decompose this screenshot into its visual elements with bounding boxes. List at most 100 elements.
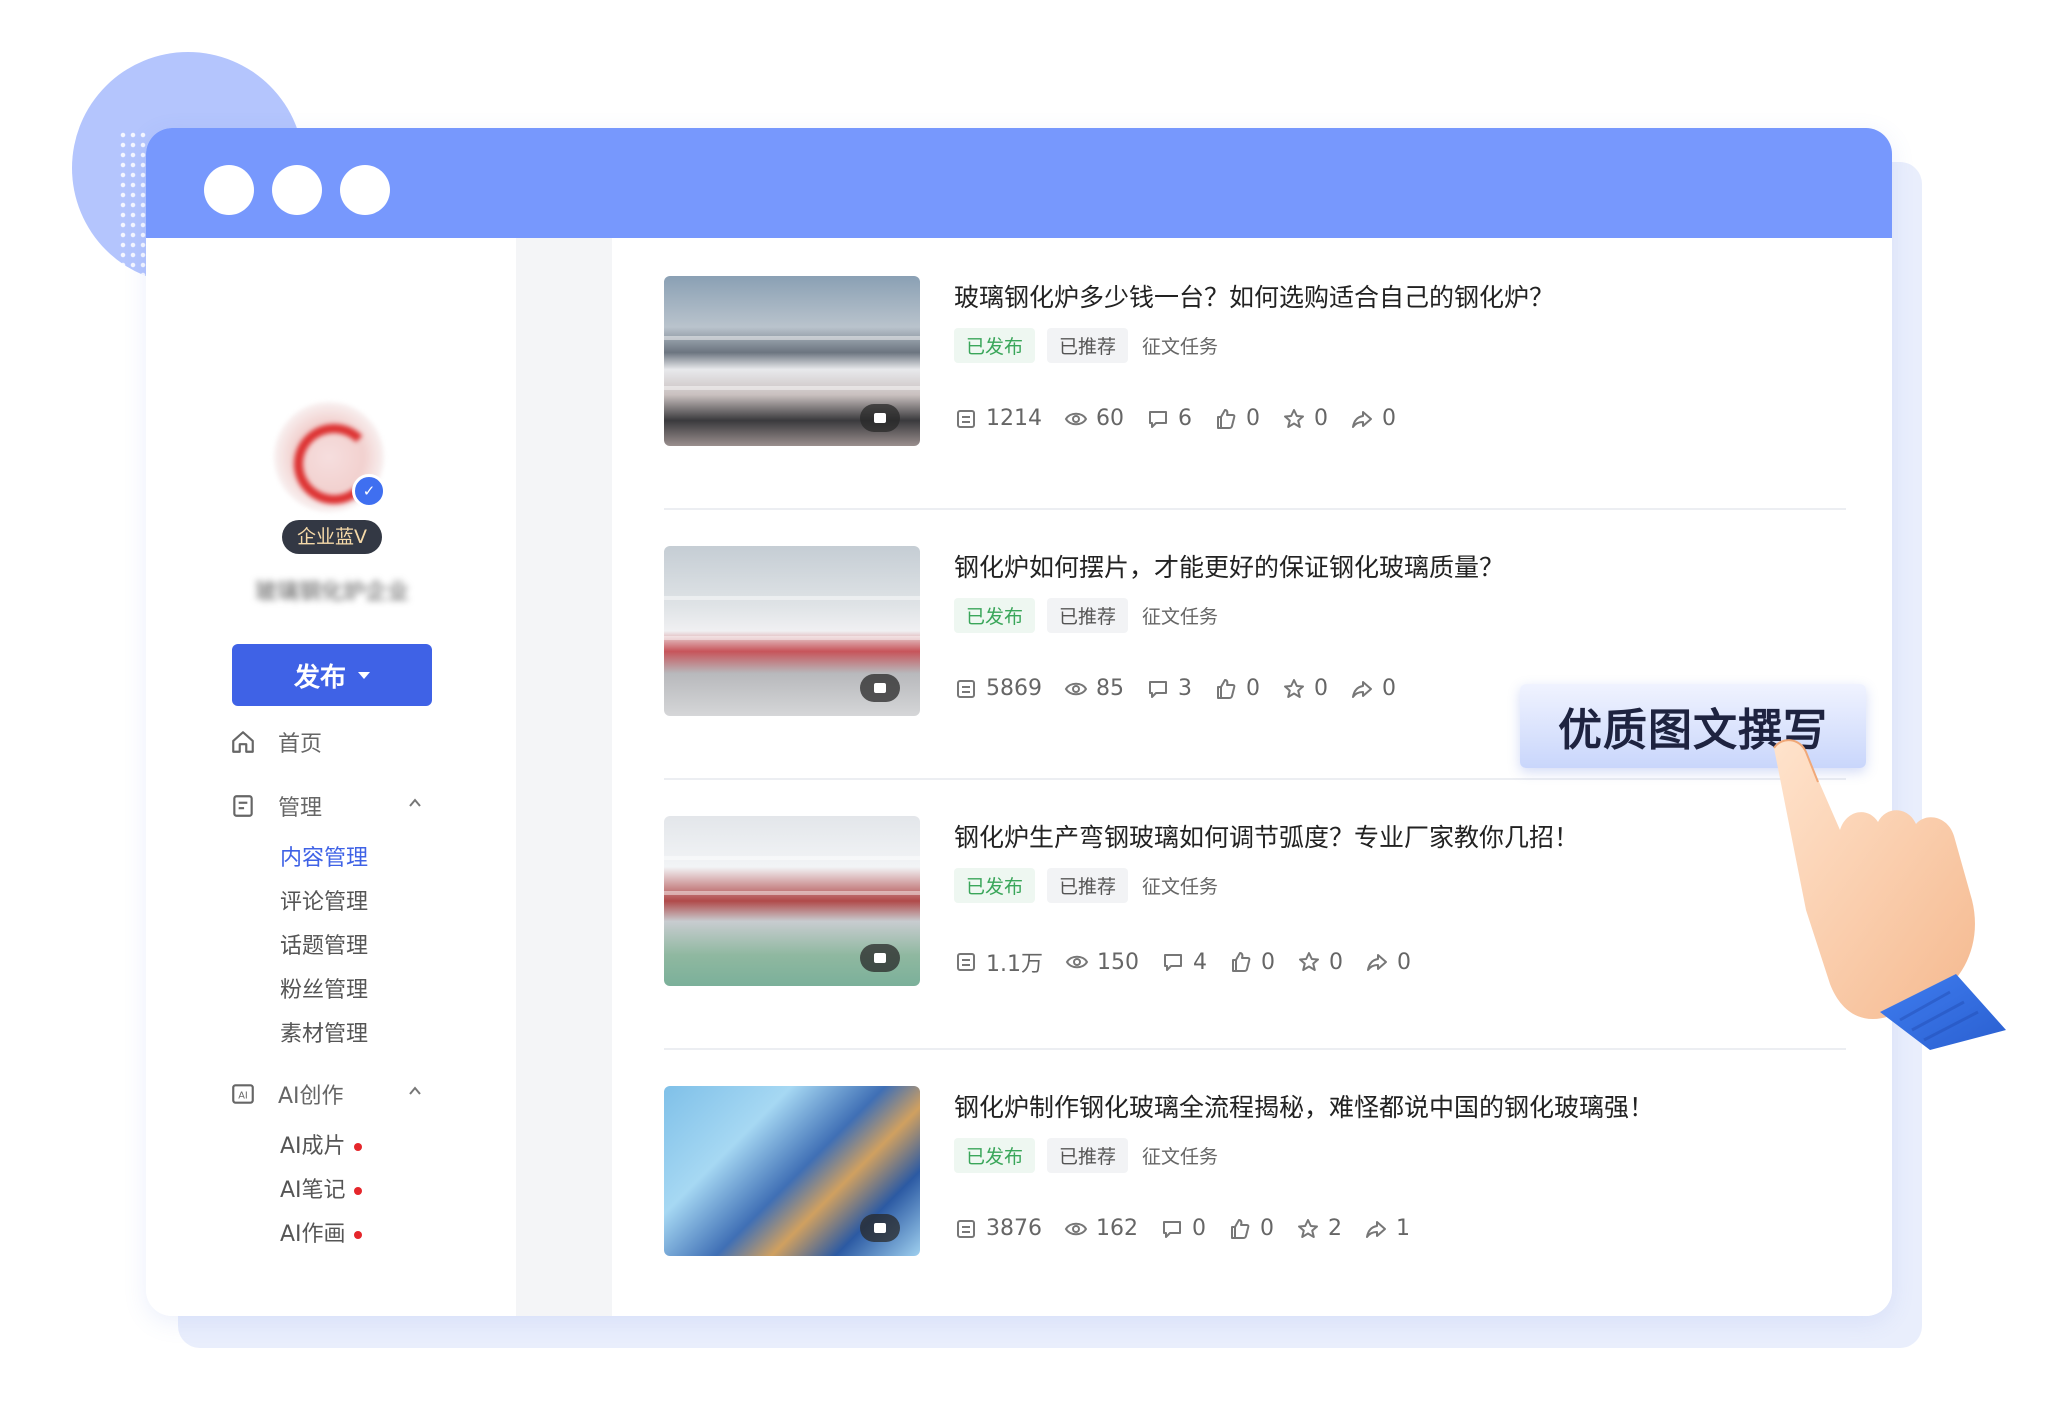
eye-icon bbox=[1065, 955, 1089, 969]
publish-button[interactable]: 发布 bbox=[232, 644, 432, 706]
decorative-dot-grid bbox=[118, 130, 148, 360]
stat-shares[interactable]: 1 bbox=[1364, 1216, 1410, 1241]
nav-manage[interactable]: 管理 bbox=[230, 790, 322, 822]
nav-ai-create[interactable]: AI AI创作 bbox=[230, 1078, 344, 1110]
comment-icon bbox=[1149, 410, 1167, 428]
star-icon bbox=[1299, 952, 1319, 971]
stat-reads-value: 5869 bbox=[986, 676, 1042, 701]
tag-published: 已发布 bbox=[954, 598, 1036, 633]
sidebar-item-ai-paint[interactable]: AI作画 bbox=[280, 1216, 362, 1248]
tag-published: 已发布 bbox=[954, 868, 1036, 903]
article-thumbnail[interactable] bbox=[664, 546, 920, 716]
new-dot-icon bbox=[353, 1143, 362, 1151]
article-title[interactable]: 钢化炉生产弯钢玻璃如何调节弧度？专业厂家教你几招！ bbox=[954, 818, 1579, 854]
nav-ai-label: AI创作 bbox=[278, 1084, 344, 1109]
eye-icon bbox=[1064, 1222, 1088, 1235]
stat-shares[interactable]: 0 bbox=[1365, 950, 1411, 975]
sidebar-item-ai-paint-label: AI作画 bbox=[280, 1222, 346, 1247]
sidebar-item-ai-note[interactable]: AI笔记 bbox=[280, 1172, 362, 1204]
nav-manage-label: 管理 bbox=[278, 796, 323, 821]
stat-favorites-value: 0 bbox=[1329, 949, 1343, 975]
tag-essay-task: 征文任务 bbox=[1142, 336, 1219, 358]
stat-views-value: 85 bbox=[1096, 676, 1124, 701]
content-list: 玻璃钢化炉多少钱一台？如何选购适合自己的钢化炉？ 已发布 已推荐 征文任务 12… bbox=[612, 238, 1892, 1316]
stat-comments[interactable]: 4 bbox=[1161, 950, 1207, 975]
stat-likes[interactable]: 0 bbox=[1228, 1216, 1274, 1241]
stat-favorites-value: 0 bbox=[1314, 406, 1328, 431]
thumbs-up-icon bbox=[1217, 408, 1236, 429]
thumbs-up-icon bbox=[1217, 678, 1236, 699]
stat-likes[interactable]: 0 bbox=[1214, 676, 1260, 701]
article-row[interactable]: 玻璃钢化炉多少钱一台？如何选购适合自己的钢化炉？ 已发布 已推荐 征文任务 12… bbox=[664, 238, 1846, 510]
sidebar-gutter bbox=[516, 238, 612, 1316]
stat-favorites[interactable]: 2 bbox=[1296, 1216, 1342, 1241]
tag-recommended: 已推荐 bbox=[1047, 328, 1129, 363]
caret-down-icon bbox=[358, 671, 370, 679]
sidebar-item-ai-note-label: AI笔记 bbox=[280, 1178, 346, 1203]
comment-icon bbox=[1149, 680, 1167, 698]
stat-likes-value: 0 bbox=[1246, 676, 1260, 701]
read-count-icon bbox=[957, 409, 975, 428]
nav-home[interactable]: 首页 bbox=[230, 726, 322, 758]
article-thumbnail[interactable] bbox=[664, 1086, 920, 1256]
stat-likes[interactable]: 0 bbox=[1214, 406, 1260, 431]
article-title[interactable]: 钢化炉如何摆片，才能更好的保证钢化玻璃质量？ bbox=[954, 548, 1504, 584]
chevron-up-icon[interactable] bbox=[408, 796, 422, 810]
tag-recommended: 已推荐 bbox=[1047, 1138, 1129, 1173]
stat-likes[interactable]: 0 bbox=[1229, 950, 1275, 975]
sidebar-item-topic-manage[interactable]: 话题管理 bbox=[280, 928, 368, 960]
tag-essay-task: 征文任务 bbox=[1142, 1146, 1219, 1168]
stat-reads: 3876 bbox=[954, 1216, 1042, 1241]
article-stats: 5869 85 3 0 0 0 bbox=[954, 676, 1418, 701]
article-row[interactable]: 钢化炉制作钢化玻璃全流程揭秘，难怪都说中国的钢化玻璃强！ 已发布 已推荐 征文任… bbox=[664, 1048, 1846, 1316]
stat-favorites[interactable]: 0 bbox=[1282, 676, 1328, 701]
enterprise-badge: 企业蓝V bbox=[282, 520, 382, 554]
stat-views-value: 150 bbox=[1097, 949, 1139, 975]
stat-shares[interactable]: 0 bbox=[1350, 406, 1396, 431]
article-tags: 已发布 已推荐 征文任务 bbox=[954, 1138, 1230, 1173]
svg-text:AI: AI bbox=[238, 1090, 248, 1101]
verified-check-icon: ✓ bbox=[352, 474, 386, 508]
sidebar-item-content-manage[interactable]: 内容管理 bbox=[280, 840, 368, 872]
stat-likes-value: 0 bbox=[1260, 1216, 1274, 1241]
article-stats: 1.1万 150 4 0 0 0 bbox=[954, 946, 1433, 978]
sidebar-item-material-manage[interactable]: 素材管理 bbox=[280, 1016, 368, 1048]
account-name: 玻璃钢化炉企业 bbox=[254, 580, 409, 605]
chevron-up-icon[interactable] bbox=[408, 1084, 422, 1098]
image-badge-icon bbox=[860, 404, 900, 432]
comment-icon bbox=[1163, 1220, 1181, 1238]
stat-reads: 1214 bbox=[954, 406, 1042, 431]
tag-essay-task: 征文任务 bbox=[1142, 876, 1219, 898]
article-row[interactable]: 钢化炉生产弯钢玻璃如何调节弧度？专业厂家教你几招！ 已发布 已推荐 征文任务 1… bbox=[664, 778, 1846, 1050]
stat-likes-value: 0 bbox=[1246, 406, 1260, 431]
sidebar-item-comment-manage[interactable]: 评论管理 bbox=[280, 884, 368, 916]
article-title[interactable]: 钢化炉制作钢化玻璃全流程揭秘，难怪都说中国的钢化玻璃强！ bbox=[954, 1088, 1654, 1124]
stat-reads: 1.1万 bbox=[954, 946, 1043, 978]
stat-comments[interactable]: 0 bbox=[1160, 1216, 1206, 1241]
sidebar: ✓ 企业蓝V 玻璃钢化炉企业 发布 首页 管理 内容管理 评论管理 话题管理 粉… bbox=[146, 238, 516, 1316]
star-icon bbox=[1284, 408, 1304, 428]
read-count-icon bbox=[957, 953, 975, 971]
sidebar-item-ai-video[interactable]: AI成片 bbox=[280, 1128, 362, 1160]
article-thumbnail[interactable] bbox=[664, 816, 920, 986]
stat-shares[interactable]: 0 bbox=[1350, 676, 1396, 701]
stat-comments[interactable]: 3 bbox=[1146, 676, 1192, 701]
stat-shares-value: 0 bbox=[1397, 949, 1411, 975]
article-title[interactable]: 玻璃钢化炉多少钱一台？如何选购适合自己的钢化炉？ bbox=[954, 278, 1554, 314]
stat-likes-value: 0 bbox=[1261, 949, 1275, 975]
stat-favorites[interactable]: 0 bbox=[1297, 950, 1343, 975]
article-stats: 1214 60 6 0 0 0 bbox=[954, 406, 1418, 431]
article-tags: 已发布 已推荐 征文任务 bbox=[954, 598, 1230, 633]
sidebar-item-ai-video-label: AI成片 bbox=[280, 1134, 346, 1159]
stat-comments[interactable]: 6 bbox=[1146, 406, 1192, 431]
sidebar-item-fans-manage[interactable]: 粉丝管理 bbox=[280, 972, 368, 1004]
eye-icon bbox=[1064, 412, 1088, 425]
star-icon bbox=[1284, 678, 1304, 698]
stat-favorites-value: 2 bbox=[1328, 1216, 1342, 1241]
ai-icon: AI bbox=[232, 1084, 254, 1104]
new-dot-icon bbox=[353, 1231, 362, 1239]
tag-published: 已发布 bbox=[954, 328, 1036, 363]
thumbs-up-icon bbox=[1231, 1218, 1250, 1239]
stat-favorites[interactable]: 0 bbox=[1282, 406, 1328, 431]
article-thumbnail[interactable] bbox=[664, 276, 920, 446]
